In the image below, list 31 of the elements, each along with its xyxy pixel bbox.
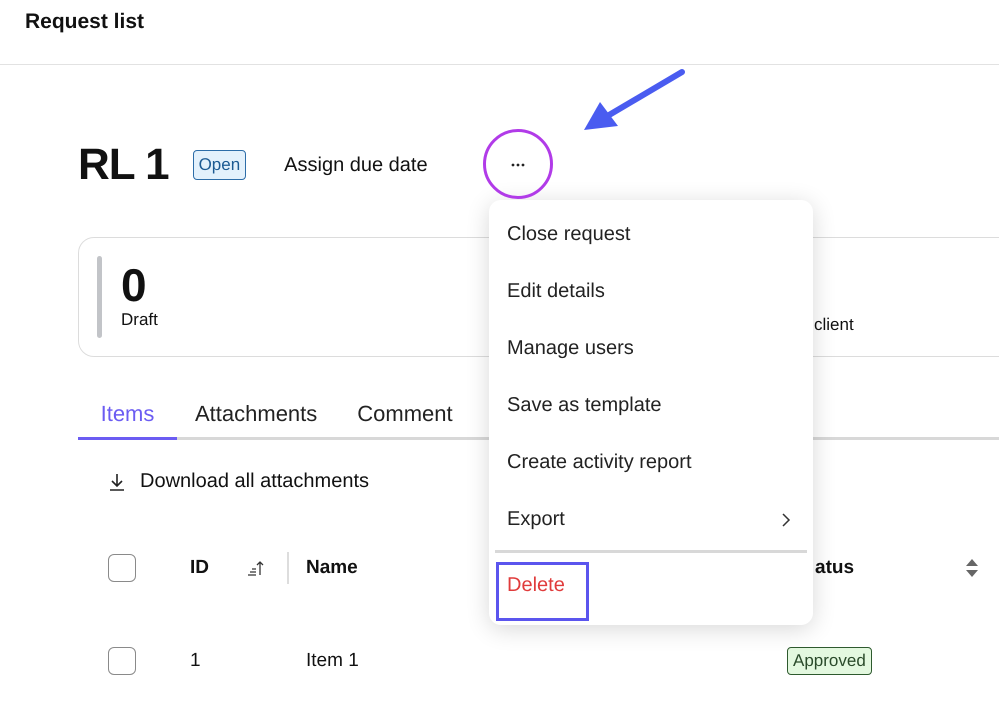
stat-count: 0 xyxy=(121,260,148,310)
sort-icon[interactable] xyxy=(965,557,979,579)
menu-item[interactable]: Delete xyxy=(489,557,587,613)
table-cell: 1 xyxy=(190,650,201,672)
menu-item[interactable]: Edit details xyxy=(489,263,813,320)
chevron-right-icon xyxy=(781,512,791,528)
download-link[interactable]: Download all attachments xyxy=(108,470,370,493)
stat-label: client xyxy=(814,315,854,335)
column-header: ID xyxy=(190,557,209,579)
select-all-checkbox[interactable] xyxy=(108,554,136,582)
menu-item[interactable]: Manage users xyxy=(489,320,813,377)
status-badge: Approved xyxy=(787,646,872,674)
more-icon xyxy=(510,163,525,167)
column-header: Name xyxy=(306,557,358,579)
column-header: atus xyxy=(815,557,854,579)
menu-item[interactable]: Save as template xyxy=(489,377,813,434)
page-title: Request list xyxy=(25,10,144,33)
tab[interactable]: Items xyxy=(78,393,177,440)
request-title: RL 1 xyxy=(78,140,169,190)
assign-due-date-link[interactable]: Assign due date xyxy=(284,154,428,176)
row-checkbox[interactable] xyxy=(108,646,136,674)
highlight-circle xyxy=(483,129,553,199)
download-icon xyxy=(108,472,126,492)
tab[interactable]: Attachments xyxy=(177,393,340,440)
status-badge: Open xyxy=(192,150,246,180)
menu-item[interactable]: Export xyxy=(489,491,813,548)
table-cell: Item 1 xyxy=(306,650,359,672)
tab[interactable]: Comment xyxy=(339,393,471,440)
stat-label: Draft xyxy=(121,310,158,330)
menu-item[interactable]: Close request xyxy=(489,206,813,263)
menu-item[interactable]: Create activity report xyxy=(489,434,813,491)
